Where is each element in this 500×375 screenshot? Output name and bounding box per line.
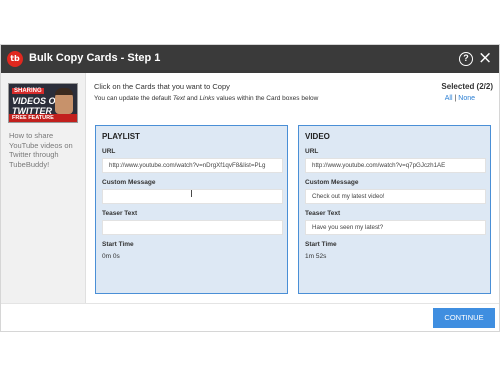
url-input[interactable] bbox=[305, 158, 486, 173]
thumbnail-person-hair bbox=[55, 88, 73, 95]
teaser-text-label: Teaser Text bbox=[102, 210, 138, 217]
instruction-middle: and bbox=[184, 95, 200, 102]
selected-count: Selected (2/2) bbox=[441, 82, 493, 91]
video-sidebar: SHARING VIDEOS ON TWITTER FREE FEATURE H… bbox=[1, 73, 86, 303]
instruction-suffix: values within the Card boxes below bbox=[214, 95, 319, 102]
video-title: How to share YouTube videos on Twitter t… bbox=[9, 131, 73, 169]
help-icon[interactable]: ? bbox=[459, 52, 473, 66]
thumbnail-text-line1: SHARING bbox=[12, 88, 44, 94]
start-time-label: Start Time bbox=[102, 241, 134, 248]
start-time-label: Start Time bbox=[305, 241, 337, 248]
custom-message-label: Custom Message bbox=[305, 179, 359, 186]
select-all-link[interactable]: All bbox=[445, 95, 453, 102]
url-label: URL bbox=[102, 148, 116, 155]
selection-separator: | bbox=[454, 95, 457, 102]
video-thumbnail: SHARING VIDEOS ON TWITTER FREE FEATURE bbox=[8, 83, 78, 123]
custom-message-label: Custom Message bbox=[102, 179, 156, 186]
text-cursor-icon: I bbox=[190, 189, 193, 200]
select-none-link[interactable]: None bbox=[458, 95, 475, 102]
instruction-line-2: You can update the default Text and Link… bbox=[94, 95, 318, 102]
teaser-text-input[interactable] bbox=[102, 220, 283, 235]
tubebuddy-logo-icon: tb bbox=[7, 51, 23, 67]
selection-links: All | None bbox=[445, 95, 475, 102]
card-playlist[interactable]: PLAYLIST URL Custom Message Teaser Text … bbox=[95, 125, 288, 294]
dialog-footer: CONTINUE bbox=[1, 303, 499, 331]
instruction-line-1: Click on the Cards that you want to Copy bbox=[94, 82, 230, 91]
instruction-text-word: Text bbox=[172, 95, 185, 102]
start-time-value: 0m 0s bbox=[102, 253, 120, 260]
bulk-copy-cards-dialog: tb Bulk Copy Cards - Step 1 ? × SHARING … bbox=[0, 44, 500, 332]
card-video[interactable]: VIDEO URL Custom Message Teaser Text Sta… bbox=[298, 125, 491, 294]
teaser-text-label: Teaser Text bbox=[305, 210, 341, 217]
thumbnail-badge: FREE FEATURE bbox=[9, 114, 77, 122]
dialog-title: Bulk Copy Cards - Step 1 bbox=[29, 52, 161, 64]
instruction-links-word: Links bbox=[199, 95, 215, 102]
continue-button[interactable]: CONTINUE bbox=[433, 308, 495, 328]
teaser-text-input[interactable] bbox=[305, 220, 486, 235]
close-icon[interactable]: × bbox=[478, 49, 492, 67]
custom-message-input[interactable] bbox=[305, 189, 486, 204]
instruction-prefix: You can update the default bbox=[94, 95, 173, 102]
screen: tb Bulk Copy Cards - Step 1 ? × SHARING … bbox=[0, 0, 500, 375]
dialog-titlebar: tb Bulk Copy Cards - Step 1 ? × bbox=[1, 45, 499, 73]
url-input[interactable] bbox=[102, 158, 283, 173]
card-type-title: VIDEO bbox=[305, 132, 330, 141]
card-type-title: PLAYLIST bbox=[102, 132, 140, 141]
url-label: URL bbox=[305, 148, 319, 155]
start-time-value: 1m 52s bbox=[305, 253, 327, 260]
